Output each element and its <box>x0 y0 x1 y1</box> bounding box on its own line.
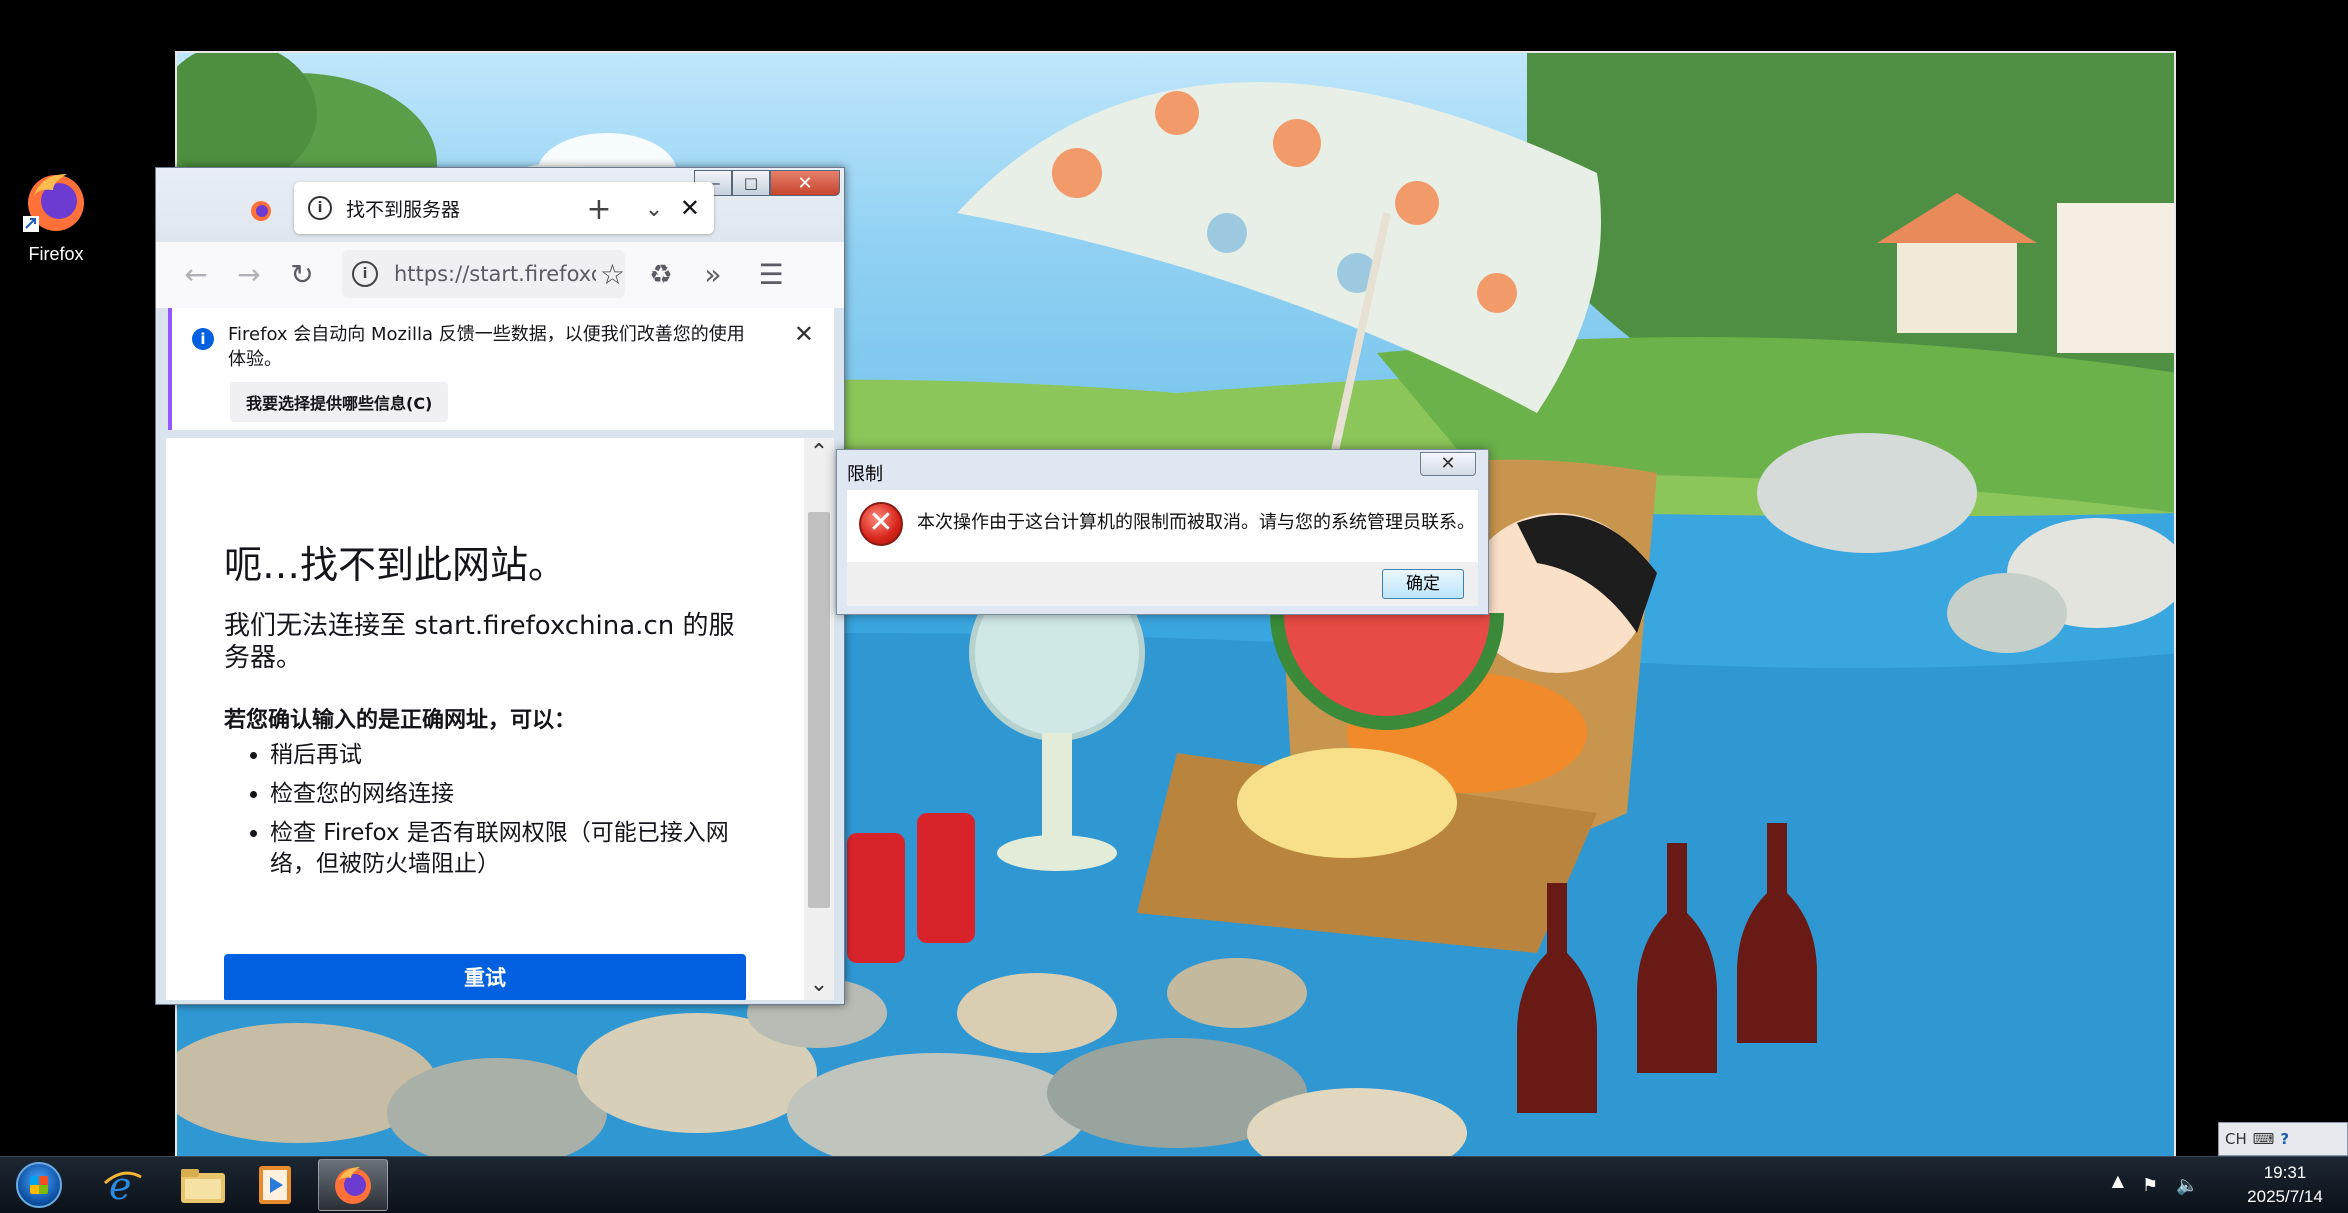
url-text[interactable]: https://start.firefoxchina.cn <box>394 262 596 286</box>
notification-text: Firefox 会自动向 Mozilla 反馈一些数据，以便我们改善您的使用体验… <box>228 324 745 370</box>
error-subtitle: 若您确认输入的是正确网址，可以： <box>224 708 577 733</box>
clock[interactable]: 19:31 2025/7/14 <box>2230 1161 2340 1209</box>
dialog-title: 限制 <box>847 464 883 485</box>
taskbar: e ▲ ⚑ 🔈 19:31 2025/7/14 <box>0 1156 2348 1213</box>
firefox-icon <box>23 168 89 234</box>
taskbar-firefox[interactable] <box>318 1159 388 1211</box>
firefox-window[interactable]: — □ ✕ i 找不到服务器 ✕ + ⌄ ← → ↻ i https://sta… <box>155 167 845 1005</box>
media-player-icon <box>259 1166 291 1204</box>
error-description: 我们无法连接至 start.firefoxchina.cn 的服务器。 <box>224 611 735 673</box>
tab-bar: — □ ✕ i 找不到服务器 ✕ + ⌄ <box>156 168 844 242</box>
keyboard-icon[interactable]: ⌨ <box>2253 1130 2275 1148</box>
help-icon[interactable]: ? <box>2280 1130 2289 1148</box>
scroll-up-icon[interactable]: ⌃ <box>804 438 834 468</box>
bookmark-star-icon[interactable]: ☆ <box>600 258 625 291</box>
desktop-icon-label: Firefox <box>28 244 84 264</box>
action-center-icon[interactable]: ⚑ <box>2142 1175 2164 1196</box>
tab-close-icon[interactable]: ✕ <box>680 194 700 222</box>
list-item: 稍后再试 <box>270 740 770 771</box>
scrollbar[interactable]: ⌃ ⌄ <box>804 438 834 1000</box>
firefox-icon <box>335 1167 371 1204</box>
volume-icon[interactable]: 🔈 <box>2176 1175 2198 1196</box>
close-window-button[interactable]: ✕ <box>770 170 840 196</box>
overflow-chevron-icon[interactable]: » <box>693 255 733 295</box>
info-icon: i <box>308 196 332 220</box>
window-controls: — □ ✕ <box>694 170 840 196</box>
taskbar-media-player[interactable] <box>240 1159 310 1211</box>
list-tabs-button[interactable]: ⌄ <box>634 190 674 230</box>
svg-text:e: e <box>109 1164 132 1207</box>
ok-button[interactable]: 确定 <box>1382 569 1464 599</box>
taskbar-explorer[interactable] <box>168 1159 238 1211</box>
reload-icon[interactable]: ↻ <box>282 255 322 295</box>
start-button[interactable] <box>4 1159 74 1211</box>
extensions-icon[interactable]: ♻ <box>641 255 681 295</box>
windows-logo-icon <box>16 1162 62 1208</box>
folder-icon <box>181 1169 225 1203</box>
forward-icon[interactable]: → <box>229 255 269 295</box>
telemetry-notification: i Firefox 会自动向 Mozilla 反馈一些数据，以便我们改善您的使用… <box>168 308 834 430</box>
dialog-close-button[interactable]: ✕ <box>1420 452 1476 476</box>
language-bar[interactable]: CH ⌨ ? <box>2218 1122 2348 1156</box>
firefox-icon <box>251 201 271 221</box>
maximize-button[interactable]: □ <box>732 170 770 196</box>
url-bar[interactable]: i https://start.firefoxchina.cn ☆ <box>342 250 625 298</box>
restriction-dialog: 限制 ✕ ✕ 本次操作由于这台计算机的限制而被取消。请与您的系统管理员联系。 确… <box>836 449 1489 615</box>
list-item: 检查 Firefox 是否有联网权限（可能已接入网络，但被防火墙阻止） <box>270 818 770 880</box>
info-icon: i <box>192 328 214 350</box>
nav-toolbar: ← → ↻ i https://start.firefoxchina.cn ☆ … <box>156 242 844 309</box>
notification-close-icon[interactable]: ✕ <box>794 320 814 348</box>
tab-firefox-home[interactable] <box>238 188 284 234</box>
dialog-body: ✕ 本次操作由于这台计算机的限制而被取消。请与您的系统管理员联系。 <box>847 490 1478 562</box>
suggestion-list: 稍后再试 检查您的网络连接 检查 Firefox 是否有联网权限（可能已接入网络… <box>224 740 770 888</box>
site-info-icon[interactable]: i <box>352 261 378 287</box>
clock-time: 19:31 <box>2263 1163 2307 1182</box>
show-hidden-icons-icon[interactable]: ▲ <box>2112 1171 2124 1190</box>
clock-date: 2025/7/14 <box>2247 1187 2323 1206</box>
new-tab-button[interactable]: + <box>579 190 619 230</box>
internet-explorer-icon: e <box>104 1164 142 1207</box>
error-icon: ✕ <box>859 502 903 546</box>
error-title: 呃…找不到此网站。 <box>224 543 567 587</box>
retry-button[interactable]: 重试 <box>224 954 746 1000</box>
choose-data-button[interactable]: 我要选择提供哪些信息(C) <box>230 382 449 422</box>
error-page: 呃…找不到此网站。 我们无法连接至 start.firefoxchina.cn … <box>166 438 834 1000</box>
scroll-down-icon[interactable]: ⌄ <box>804 970 834 1000</box>
dialog-footer: 确定 <box>847 562 1478 606</box>
dialog-message: 本次操作由于这台计算机的限制而被取消。请与您的系统管理员联系。 <box>917 512 1475 533</box>
taskbar-ie[interactable]: e <box>88 1159 158 1211</box>
menu-hamburger-icon[interactable]: ☰ <box>751 255 791 295</box>
tab-title: 找不到服务器 <box>346 198 461 221</box>
scroll-thumb[interactable] <box>808 512 830 908</box>
language-indicator[interactable]: CH <box>2225 1130 2247 1148</box>
back-icon[interactable]: ← <box>176 255 216 295</box>
list-item: 检查您的网络连接 <box>270 779 770 810</box>
desktop-icon-firefox[interactable]: Firefox <box>18 168 94 265</box>
